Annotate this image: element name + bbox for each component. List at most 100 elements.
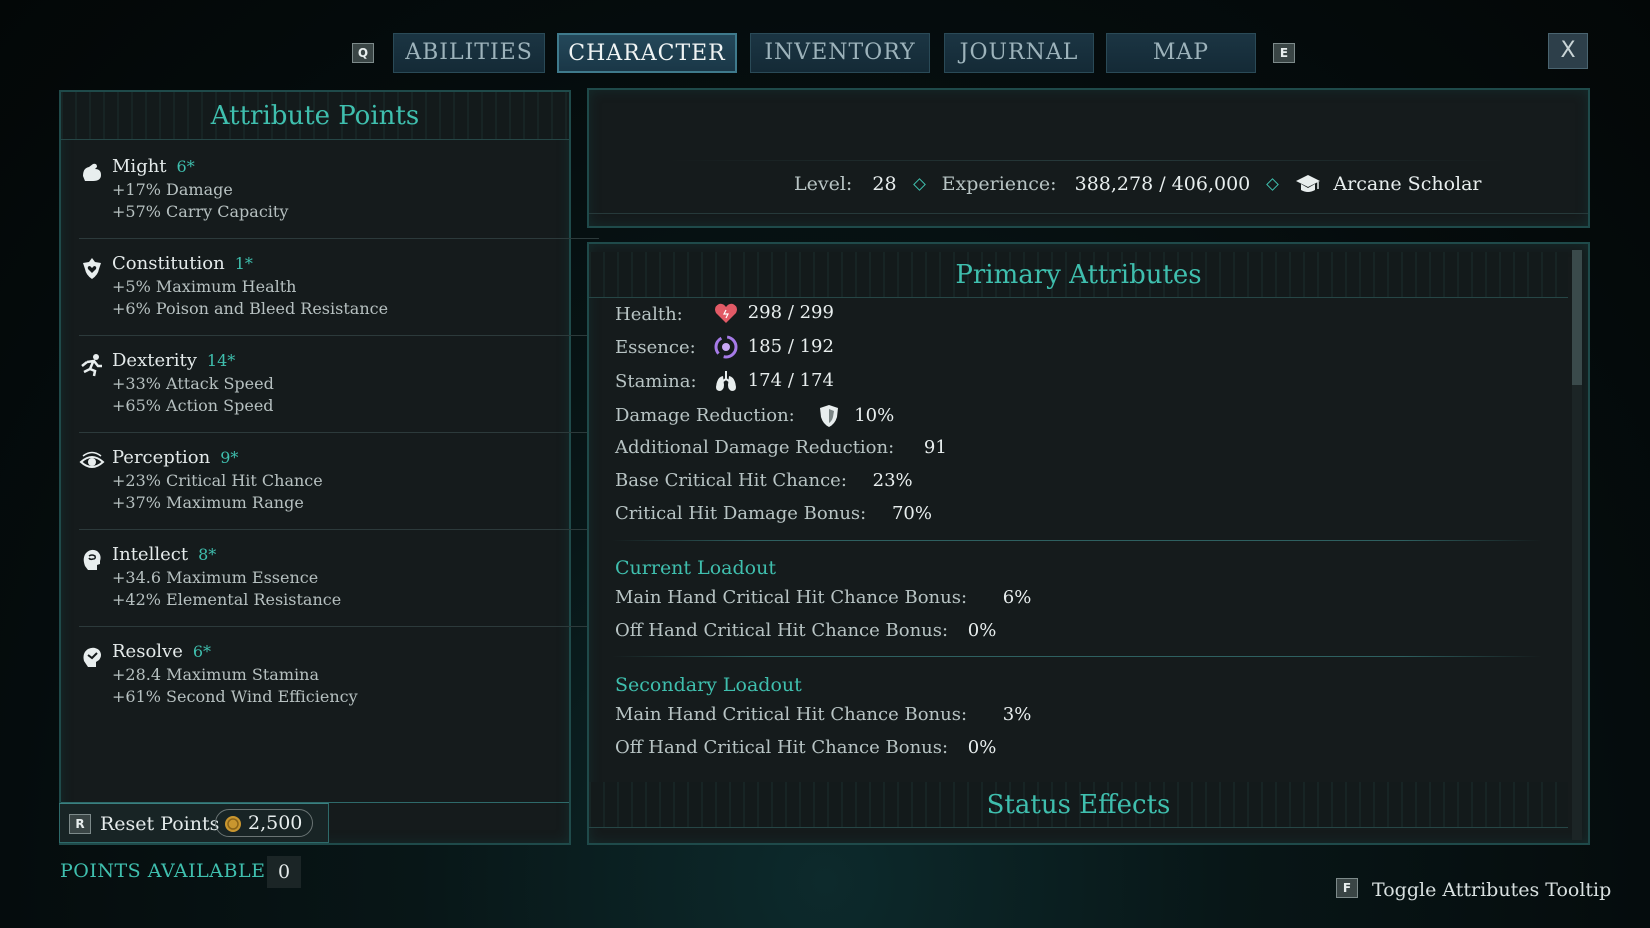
attribute-bonus: +23% Critical Hit Chance <box>112 471 323 490</box>
current-loadout-title: Current Loadout <box>615 557 776 579</box>
next-tab-key[interactable]: E <box>1273 43 1295 63</box>
shield-icon <box>820 405 839 427</box>
attribute-bonus: +65% Action Speed <box>112 396 274 415</box>
tooltip-key: F <box>1336 878 1358 898</box>
stamina-row: Stamina: <box>615 371 697 392</box>
toggle-tooltip-hint[interactable]: F Toggle Attributes Tooltip <box>1336 878 1611 901</box>
attribute-bonus: +6% Poison and Bleed Resistance <box>112 299 389 318</box>
class-name: Arcane Scholar <box>1333 173 1482 195</box>
primary-attributes-scrollbar[interactable] <box>1572 250 1582 840</box>
attribute-bonus: +61% Second Wind Efficiency <box>112 687 358 706</box>
points-available-label: POINTS AVAILABLE <box>60 860 266 882</box>
attribute-name: Resolve <box>112 641 183 662</box>
tab-journal[interactable]: JOURNAL <box>944 33 1094 73</box>
section-divider <box>612 540 1542 541</box>
health-value: 298 / 299 <box>747 302 834 323</box>
additional-damage-reduction-row: Additional Damage Reduction: 91 <box>615 437 947 458</box>
summary-divider <box>589 213 1588 214</box>
crit-damage-value: 70% <box>891 503 932 524</box>
secondary-off-hand-value: 0% <box>967 737 997 758</box>
top-navigation: Q ABILITIES CHARACTER INVENTORY JOURNAL … <box>0 33 1650 73</box>
secondary-main-hand-value: 3% <box>1002 704 1032 725</box>
divider <box>79 238 599 239</box>
head-brain-icon <box>83 549 101 570</box>
eye-icon <box>79 451 105 468</box>
close-button[interactable]: X <box>1548 33 1588 69</box>
divider <box>79 335 599 336</box>
attribute-value: 14* <box>206 351 236 370</box>
reset-label: Reset Points <box>100 813 220 835</box>
attribute-name: Intellect <box>112 544 189 565</box>
graduation-cap-icon <box>1296 175 1321 192</box>
current-main-hand-label: Main Hand Critical Hit Chance Bonus: <box>615 587 968 608</box>
base-crit-label: Base Critical Hit Chance: <box>615 470 847 491</box>
reset-cost: 2,500 <box>248 812 303 834</box>
character-summary-panel <box>587 88 1590 228</box>
attribute-bonus: +57% Carry Capacity <box>112 202 289 221</box>
damage-reduction-value: 10% <box>854 405 895 426</box>
fist-icon <box>83 163 101 181</box>
primary-attributes-title: Primary Attributes <box>589 252 1568 298</box>
secondary-off-hand-label: Off Hand Critical Hit Chance Bonus: <box>615 737 949 758</box>
current-off-hand-value: 0% <box>967 620 997 641</box>
attribute-value: 8* <box>198 545 217 564</box>
current-main-hand-value: 6% <box>1002 587 1032 608</box>
attribute-bonus: +42% Elemental Resistance <box>112 590 342 609</box>
tab-abilities[interactable]: ABILITIES <box>393 33 545 73</box>
attribute-bonus: +17% Damage <box>112 180 233 199</box>
attribute-name: Might <box>112 156 167 177</box>
attribute-bonus: +34.6 Maximum Essence <box>112 568 319 587</box>
attribute-value: 9* <box>220 448 239 467</box>
status-effects-title: Status Effects <box>589 782 1568 828</box>
crit-damage-row: Critical Hit Damage Bonus: 70% <box>615 503 932 524</box>
damage-reduction-label: Damage Reduction: <box>615 405 795 426</box>
base-crit-row: Base Critical Hit Chance: 23% <box>615 470 913 491</box>
essence-icon <box>714 335 738 359</box>
health-row: Health: <box>615 304 683 325</box>
additional-dr-value: 91 <box>923 437 947 458</box>
divider <box>79 529 599 530</box>
attribute-name: Perception <box>112 447 211 468</box>
secondary-main-hand-row: Main Hand Critical Hit Chance Bonus: 3% <box>615 704 1031 725</box>
health-label: Health: <box>615 304 683 325</box>
stamina-label: Stamina: <box>615 371 697 392</box>
divider <box>79 626 599 627</box>
essence-label: Essence: <box>615 337 696 358</box>
attribute-bonus: +28.4 Maximum Stamina <box>112 665 319 684</box>
additional-dr-label: Additional Damage Reduction: <box>615 437 895 458</box>
secondary-loadout-title: Secondary Loadout <box>615 674 802 696</box>
essence-value: 185 / 192 <box>747 336 834 357</box>
attribute-bonus: +5% Maximum Health <box>112 277 297 296</box>
tab-map[interactable]: MAP <box>1106 33 1256 73</box>
reset-key: R <box>69 814 91 834</box>
attribute-points-panel: Attribute Points Might 6* +17% Damage +57… <box>59 90 599 845</box>
scrollbar-thumb[interactable] <box>1572 250 1582 385</box>
reset-cost-pill: 2,500 <box>215 809 313 837</box>
experience-label: Experience: <box>941 173 1057 195</box>
heart-icon <box>715 303 737 323</box>
separator-diamond <box>1266 177 1280 191</box>
tab-inventory[interactable]: INVENTORY <box>750 33 930 73</box>
summary-top-line <box>669 160 1508 161</box>
level-value: 28 <box>872 173 897 195</box>
reset-points-button[interactable]: R Reset Points 2,500 <box>59 803 329 843</box>
attribute-points-title: Attribute Points <box>61 92 569 140</box>
essence-row: Essence: <box>615 337 696 358</box>
attribute-name: Constitution <box>112 253 225 274</box>
attribute-value: 6* <box>192 642 212 661</box>
attribute-value: 6* <box>176 157 195 176</box>
prev-tab-key[interactable]: Q <box>352 43 374 63</box>
attribute-value: 1* <box>234 254 253 273</box>
resolve-icon <box>83 647 101 667</box>
current-off-hand-row: Off Hand Critical Hit Chance Bonus: 0% <box>615 620 996 641</box>
current-main-hand-row: Main Hand Critical Hit Chance Bonus: 6% <box>615 587 1031 608</box>
secondary-off-hand-row: Off Hand Critical Hit Chance Bonus: 0% <box>615 737 996 758</box>
stamina-value: 174 / 174 <box>747 370 834 391</box>
secondary-main-hand-label: Main Hand Critical Hit Chance Bonus: <box>615 704 968 725</box>
divider <box>79 432 599 433</box>
tab-character[interactable]: CHARACTER <box>557 33 737 73</box>
level-label: Level: <box>794 173 853 195</box>
heart-shield-icon <box>83 258 101 279</box>
points-available-value: 0 <box>267 856 301 888</box>
tooltip-label: Toggle Attributes Tooltip <box>1372 879 1612 901</box>
